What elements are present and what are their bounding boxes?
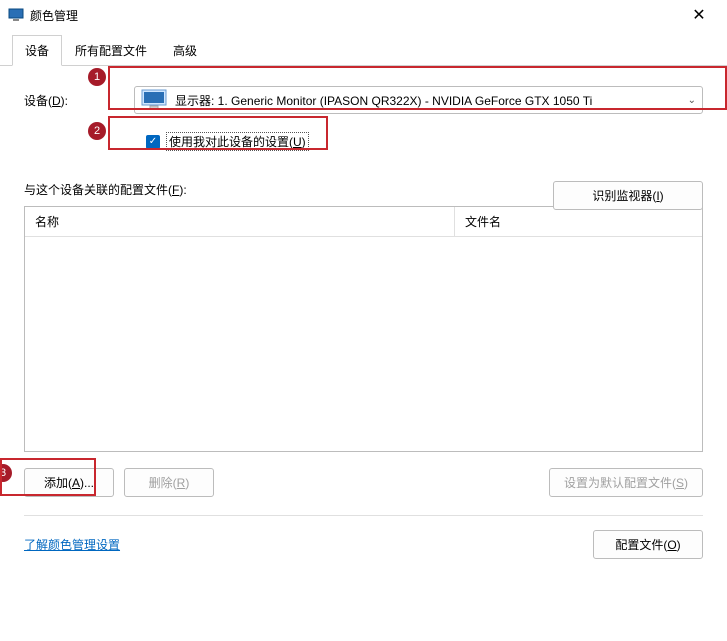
identify-monitor-button[interactable]: 识别监视器(I) [553,181,703,210]
list-header: 名称 文件名 [25,207,702,237]
window-title: 颜色管理 [30,7,679,24]
profiles-button[interactable]: 配置文件(O) [593,530,703,559]
chevron-down-icon: ⌄ [688,95,696,106]
set-default-profile-button[interactable]: 设置为默认配置文件(S) [549,468,703,497]
profiles-listbox[interactable]: 名称 文件名 [24,206,703,452]
remove-button[interactable]: 删除(R) [124,468,214,497]
use-settings-checkbox[interactable]: ✓ [146,135,160,149]
app-icon [8,7,24,23]
titlebar: 颜色管理 ✕ [0,0,727,30]
add-button[interactable]: 添加(A)... [24,468,114,497]
column-name[interactable]: 名称 [25,207,455,236]
monitor-icon [141,89,167,111]
tab-all-profiles[interactable]: 所有配置文件 [62,35,160,66]
tabbar: 设备 所有配置文件 高级 [0,30,727,66]
main-content: 1 2 3 设备(D): 显示器: 1. Generic Monitor (IP… [0,66,727,571]
device-selected-text: 显示器: 1. Generic Monitor (IPASON QR322X) … [175,92,682,109]
use-settings-label: 使用我对此设备的设置(U) [166,132,309,151]
annotation-badge-2: 2 [88,122,106,140]
device-dropdown[interactable]: 显示器: 1. Generic Monitor (IPASON QR322X) … [134,86,703,114]
column-file[interactable]: 文件名 [455,207,702,236]
device-label: 设备(D): [24,92,94,109]
annotation-badge-1: 1 [88,68,106,86]
tab-devices[interactable]: 设备 [12,35,62,66]
close-button[interactable]: ✕ [679,5,719,25]
tab-advanced[interactable]: 高级 [160,35,210,66]
learn-more-link[interactable]: 了解颜色管理设置 [24,536,120,553]
annotation-badge-3: 3 [0,464,12,482]
